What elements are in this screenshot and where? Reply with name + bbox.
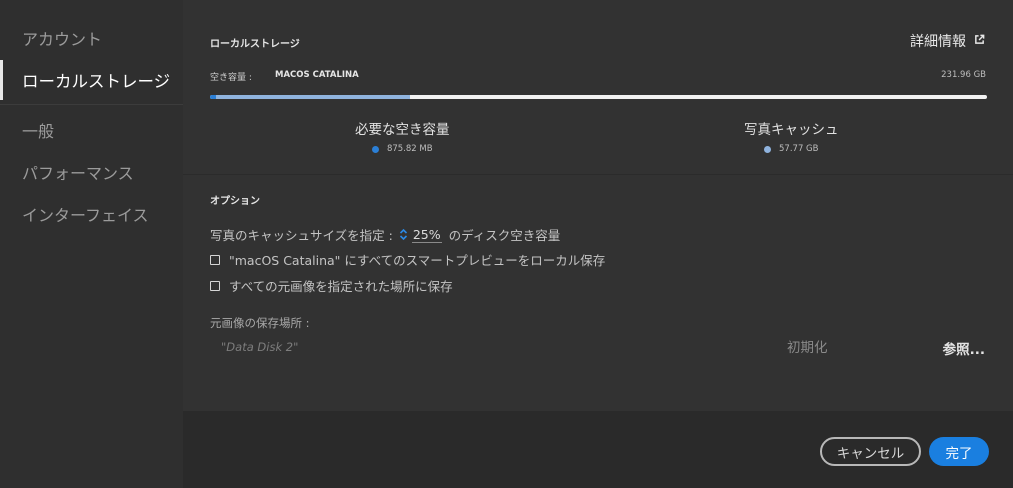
sidebar-item-performance[interactable]: パフォーマンス <box>0 151 183 193</box>
location-label: 元画像の保存場所 : <box>210 316 310 330</box>
details-link[interactable]: 詳細情報 <box>910 31 985 51</box>
originals-checkbox[interactable] <box>210 280 220 291</box>
location-value: "Data Disk 2" <box>221 340 299 354</box>
required-space-value: 875.82 MB <box>386 144 433 154</box>
preferences-dialog: アカウント ローカルストレージ 一般 パフォーマンス インターフェイス ローカル… <box>0 0 1013 488</box>
sidebar-item-label: パフォーマンス <box>22 164 134 183</box>
sidebar: アカウント ローカルストレージ 一般 パフォーマンス インターフェイス <box>0 0 183 488</box>
originals-label: すべての元画像を指定された場所に保存 <box>229 279 453 294</box>
cache-size-row: 写真のキャッシュサイズを指定 : 25% のディスク空き容量 <box>210 225 560 244</box>
reset-button[interactable]: 初期化 <box>787 336 828 356</box>
sidebar-item-general[interactable]: 一般 <box>0 109 183 151</box>
cache-usage-segment <box>216 95 411 99</box>
sidebar-divider <box>0 104 183 105</box>
external-link-icon <box>974 33 985 49</box>
sidebar-item-label: インターフェイス <box>22 206 149 225</box>
cache-size-stepper[interactable] <box>399 228 408 241</box>
sidebar-item-account[interactable]: アカウント <box>0 17 183 59</box>
browse-button[interactable]: 参照... <box>943 338 985 358</box>
photo-cache-legend: 写真キャッシュ 57.77 GB <box>744 118 839 154</box>
originals-row: すべての元画像を指定された場所に保存 <box>210 276 453 295</box>
sidebar-item-interface[interactable]: インターフェイス <box>0 193 183 235</box>
disk-name: MACOS CATALINA <box>275 70 359 80</box>
cache-size-suffix: のディスク空き容量 <box>448 228 561 243</box>
free-space-label: 空き容量 : <box>210 73 252 83</box>
cancel-button[interactable]: キャンセル <box>820 437 921 466</box>
storage-usage-bar <box>210 95 987 99</box>
required-color-dot <box>371 145 379 153</box>
storage-section-title: ローカルストレージ <box>210 39 300 50</box>
sidebar-item-label: 一般 <box>22 122 55 141</box>
cache-size-prefix: 写真のキャッシュサイズを指定 : <box>210 228 393 243</box>
sidebar-item-label: アカウント <box>22 30 103 49</box>
required-space-legend: 必要な空き容量 875.82 MB <box>355 118 450 154</box>
sidebar-item-label: ローカルストレージ <box>22 72 171 91</box>
settings-panel: ローカルストレージ 詳細情報 空き容量 : MACOS CATALINA 231… <box>183 0 1013 411</box>
photo-cache-value: 57.77 GB <box>779 144 819 154</box>
sidebar-item-local-storage[interactable]: ローカルストレージ <box>0 59 183 101</box>
smart-preview-row: "macOS Catalina" にすべてのスマートプレビューをローカル保存 <box>210 250 605 269</box>
details-label: 詳細情報 <box>910 34 966 50</box>
smart-preview-label: "macOS Catalina" にすべてのスマートプレビューをローカル保存 <box>229 253 606 268</box>
smart-preview-checkbox[interactable] <box>210 254 220 265</box>
disk-size: 231.96 GB <box>941 70 986 80</box>
photo-cache-label: 写真キャッシュ <box>744 122 839 138</box>
done-button[interactable]: 完了 <box>929 437 989 466</box>
options-section-title: オプション <box>210 196 260 207</box>
section-divider <box>183 174 1013 175</box>
cache-size-input[interactable]: 25% <box>411 227 442 243</box>
required-space-label: 必要な空き容量 <box>355 122 450 138</box>
cache-color-dot <box>764 145 772 153</box>
required-usage-segment <box>210 95 217 99</box>
